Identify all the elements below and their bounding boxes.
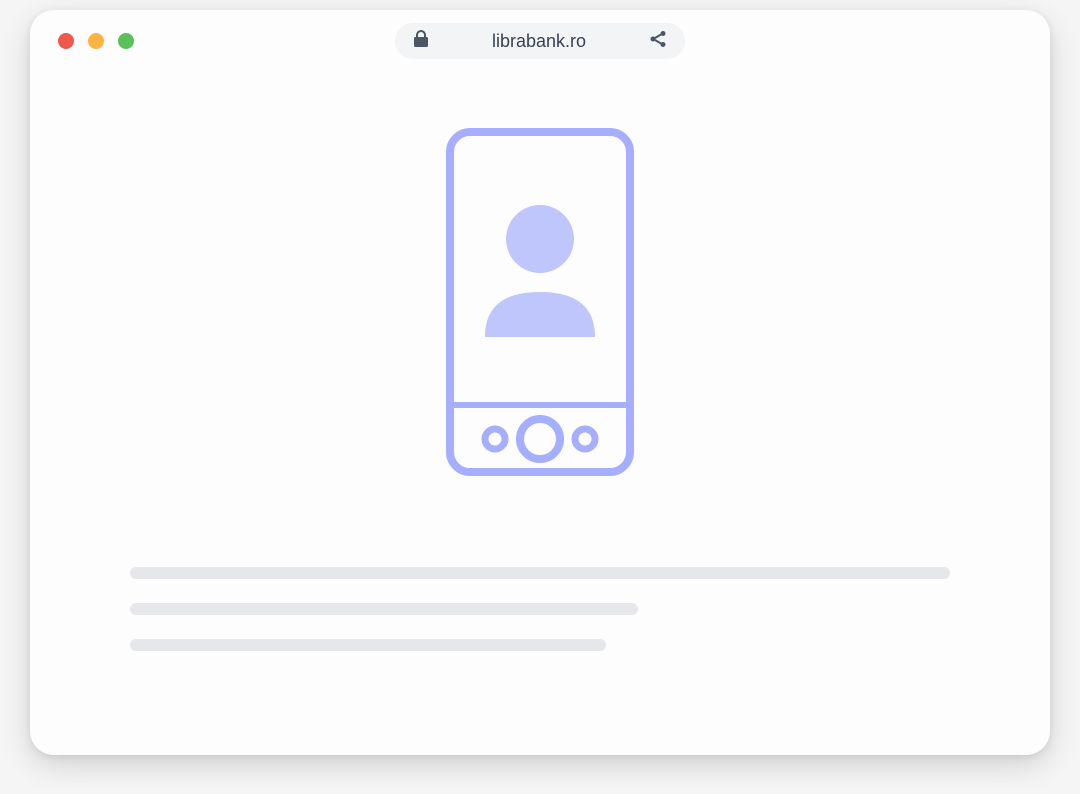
share-icon[interactable]: [649, 30, 667, 53]
browser-chrome: librabank.ro: [30, 10, 1050, 72]
content-area: [30, 72, 1050, 651]
traffic-lights: [58, 33, 134, 49]
url-text: librabank.ro: [447, 31, 631, 52]
text-placeholders: [130, 567, 950, 651]
browser-window: librabank.ro: [30, 10, 1050, 755]
close-window-button[interactable]: [58, 33, 74, 49]
placeholder-line: [130, 567, 950, 579]
placeholder-line: [130, 639, 606, 651]
address-bar[interactable]: librabank.ro: [395, 23, 685, 59]
lock-icon: [413, 30, 429, 53]
placeholder-line: [130, 603, 638, 615]
maximize-window-button[interactable]: [118, 33, 134, 49]
phone-user-illustration: [445, 127, 635, 482]
minimize-window-button[interactable]: [88, 33, 104, 49]
